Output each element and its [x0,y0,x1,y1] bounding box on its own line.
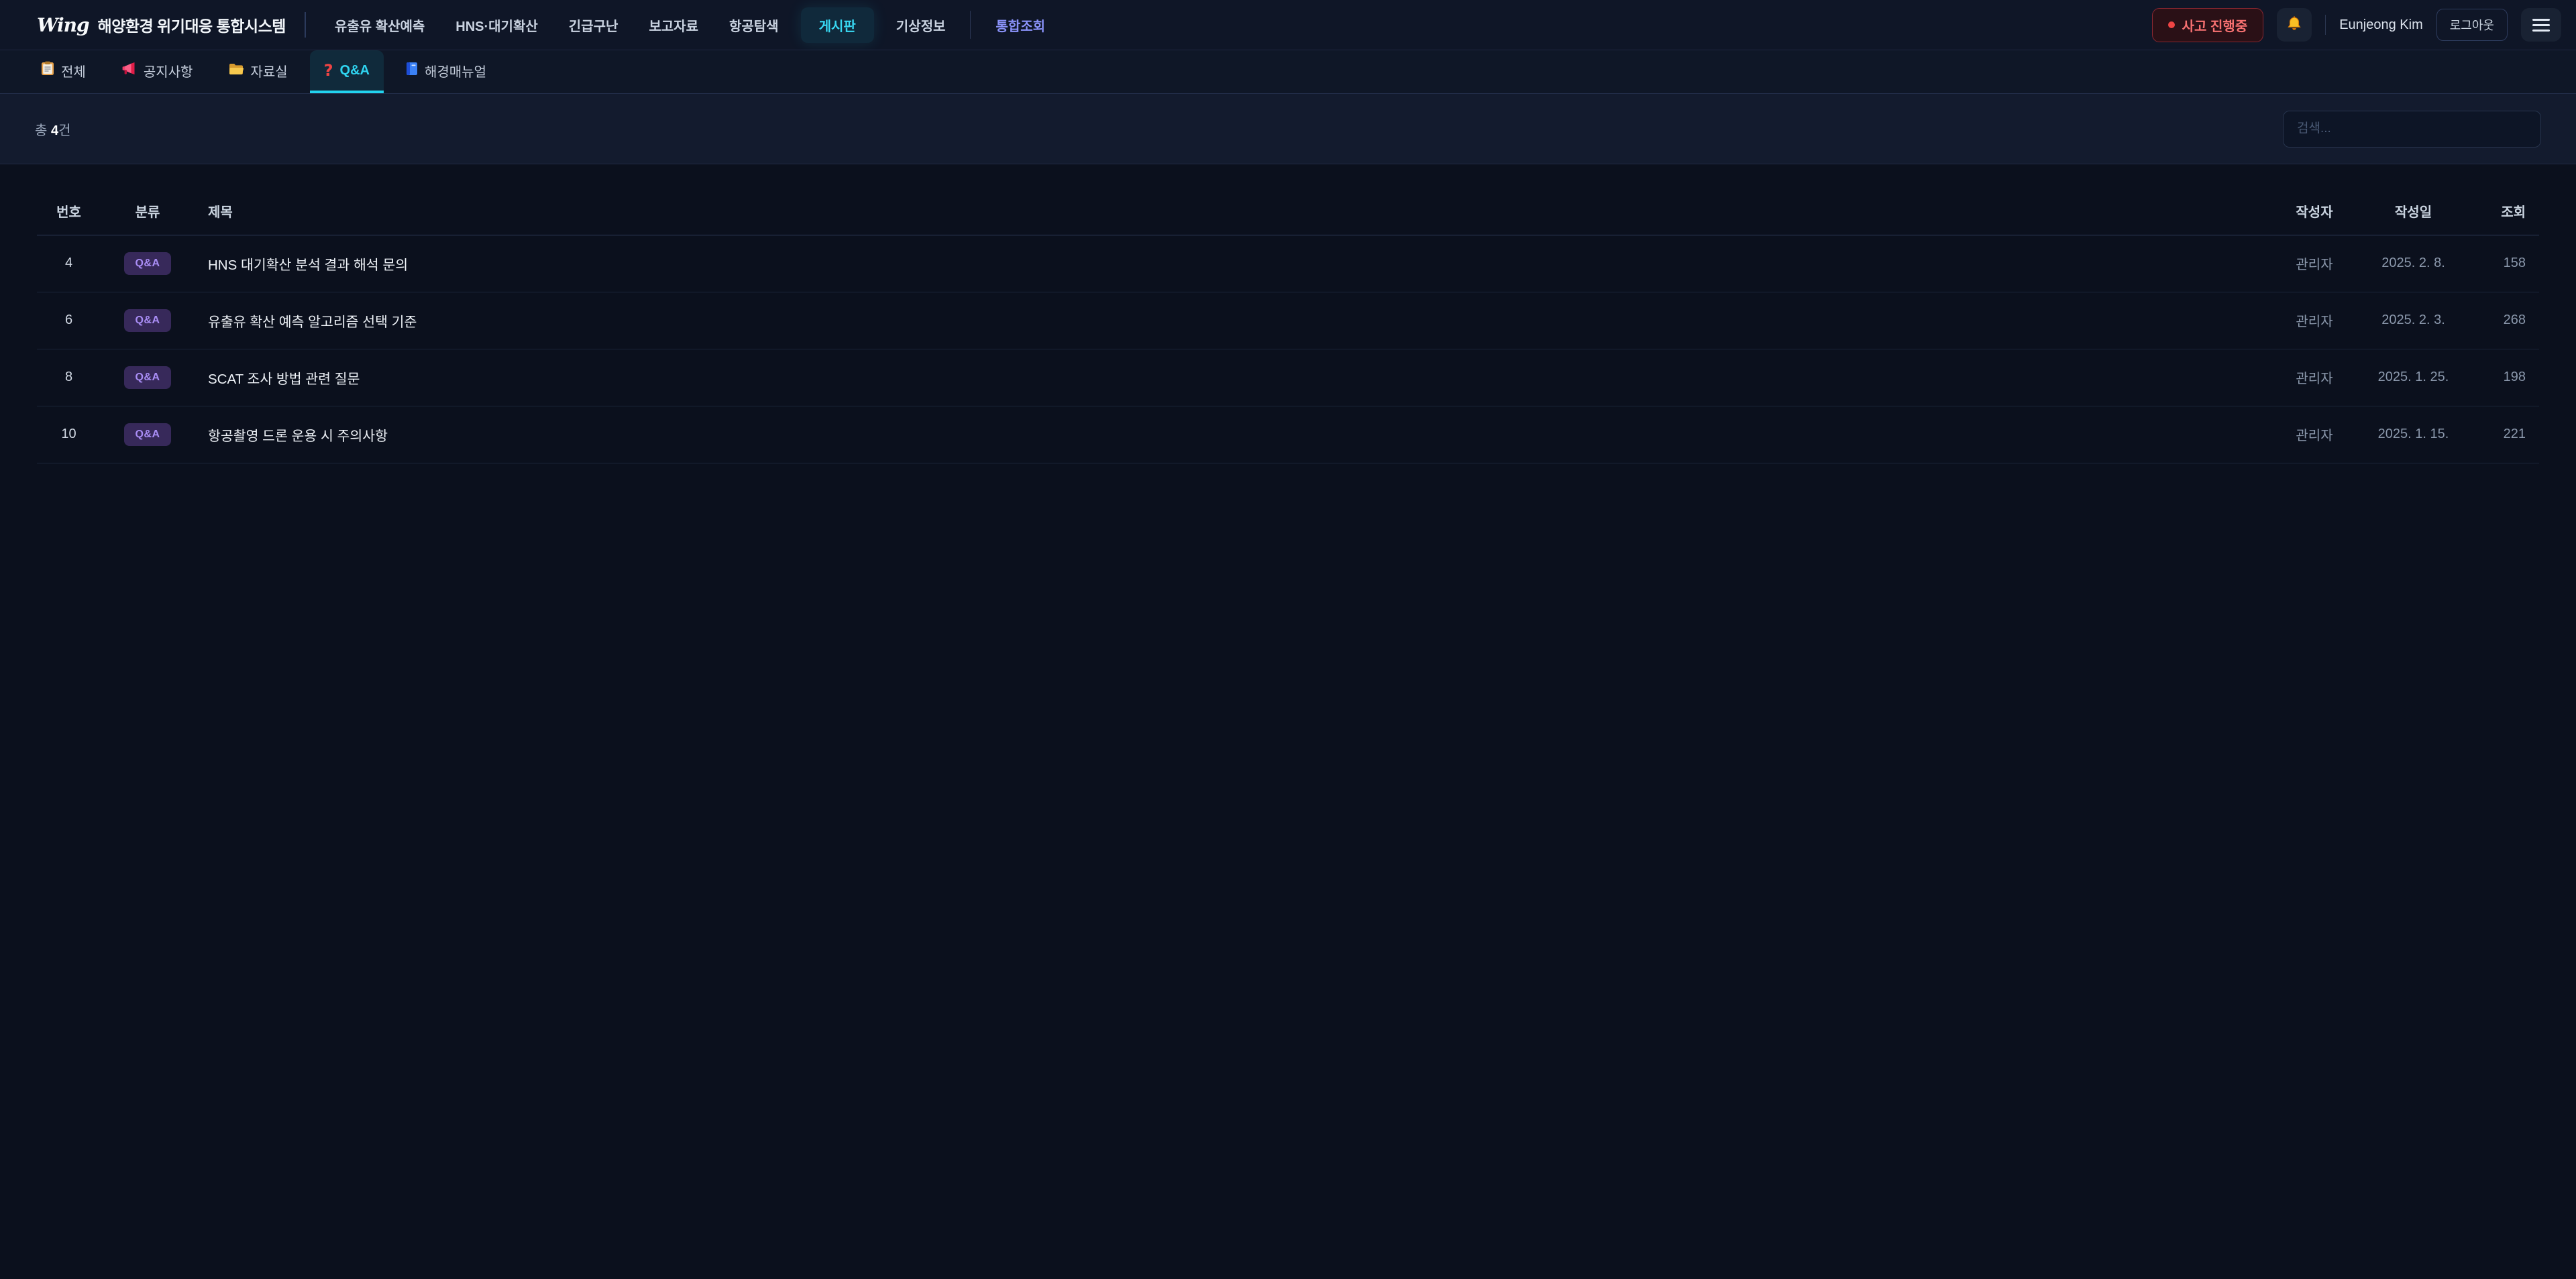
table-header-row: 번호 분류 제목 작성자 작성일 조회 [37,188,2539,235]
board-tab-bar: 전체 공지사항 자료실 ? Q&A [0,50,2576,94]
tab-archive-label: 자료실 [250,61,287,80]
tab-qna-label: Q&A [340,63,370,78]
nav-item-hns-dispersion[interactable]: HNS·대기확산 [447,7,547,43]
post-views: 268 [2469,292,2539,349]
post-number: 4 [37,235,101,292]
logout-button[interactable]: 로그아웃 [2436,9,2508,41]
tab-qna-active[interactable]: ? Q&A [310,50,384,93]
app-title: 해양환경 위기대응 통합시스템 [98,13,286,36]
nav-item-reports[interactable]: 보고자료 [640,7,707,43]
folder-icon [229,62,244,79]
tab-coastguard-manual-label: 해경매뉴얼 [425,61,486,80]
nav-divider [970,11,971,39]
book-icon [406,62,418,80]
post-author: 관리자 [2271,235,2358,292]
column-header-title: 제목 [195,188,2271,235]
post-number: 10 [37,406,101,463]
table-row[interactable]: 4 Q&A HNS 대기확산 분석 결과 해석 문의 관리자 2025. 2. … [37,235,2539,292]
logged-in-username: Eunjeong Kim [2339,17,2423,33]
post-views: 158 [2469,235,2539,292]
brand: Wing 해양환경 위기대응 통합시스템 [37,13,286,36]
red-dot-icon [2168,21,2175,28]
tab-all[interactable]: 전체 [27,50,100,93]
board-content: 번호 분류 제목 작성자 작성일 조회 4 Q&A HNS 대기확산 분석 결과… [0,164,2576,1279]
nav-item-aerial-search[interactable]: 항공탐색 [720,7,788,43]
post-title-link[interactable]: 항공촬영 드론 운용 시 주의사항 [195,406,2271,463]
post-author: 관리자 [2271,349,2358,406]
post-author: 관리자 [2271,406,2358,463]
board-toolbar: 총 4건 [0,94,2576,164]
topnav-right-controls: 사고 진행중 Eunjeong Kim 로그아웃 [2152,8,2561,42]
post-title-link[interactable]: 유출유 확산 예측 알고리즘 선택 기준 [195,292,2271,349]
main-navigation: 유출유 확산예측 HNS·대기확산 긴급구난 보고자료 항공탐색 게시판 기상정… [326,7,1054,43]
clipboard-icon [41,61,54,80]
column-header-category: 분류 [101,188,195,235]
total-count-number: 4 [51,123,58,138]
category-badge: Q&A [124,252,170,275]
incident-status-badge[interactable]: 사고 진행중 [2152,8,2264,42]
post-date: 2025. 1. 25. [2358,349,2469,406]
hamburger-menu-icon [2532,19,2550,32]
category-badge: Q&A [124,423,170,446]
post-date: 2025. 2. 8. [2358,235,2469,292]
table-row[interactable]: 8 Q&A SCAT 조사 방법 관련 질문 관리자 2025. 1. 25. … [37,349,2539,406]
column-header-number: 번호 [37,188,101,235]
table-row[interactable]: 6 Q&A 유출유 확산 예측 알고리즘 선택 기준 관리자 2025. 2. … [37,292,2539,349]
notification-button[interactable] [2277,8,2312,42]
nav-item-integrated-search[interactable]: 통합조회 [987,7,1054,43]
column-header-views: 조회 [2469,188,2539,235]
post-table: 번호 분류 제목 작성자 작성일 조회 4 Q&A HNS 대기확산 분석 결과… [37,188,2539,463]
column-header-date: 작성일 [2358,188,2469,235]
tab-archive[interactable]: 자료실 [215,50,301,93]
tab-notice-label: 공지사항 [144,61,193,80]
post-number: 6 [37,292,101,349]
post-views: 221 [2469,406,2539,463]
post-date: 2025. 2. 3. [2358,292,2469,349]
bell-icon [2286,15,2303,35]
total-post-count: 총 4건 [35,119,71,139]
post-number: 8 [37,349,101,406]
user-divider [2325,15,2326,35]
post-author: 관리자 [2271,292,2358,349]
tab-coastguard-manual[interactable]: 해경매뉴얼 [392,50,500,93]
megaphone-icon [122,62,137,79]
post-title-link[interactable]: SCAT 조사 방법 관련 질문 [195,349,2271,406]
nav-item-oil-spill-prediction[interactable]: 유출유 확산예측 [326,7,433,43]
table-row[interactable]: 10 Q&A 항공촬영 드론 운용 시 주의사항 관리자 2025. 1. 15… [37,406,2539,463]
top-navigation-bar: Wing 해양환경 위기대응 통합시스템 유출유 확산예측 HNS·대기확산 긴… [0,0,2576,50]
tab-notice[interactable]: 공지사항 [108,50,207,93]
category-badge: Q&A [124,309,170,332]
search-input[interactable] [2283,111,2541,148]
tab-all-label: 전체 [61,61,86,80]
post-date: 2025. 1. 15. [2358,406,2469,463]
wing-logo: Wing [37,14,89,36]
brand-divider [305,12,306,38]
nav-item-emergency-rescue[interactable]: 긴급구난 [560,7,627,43]
category-badge: Q&A [124,366,170,389]
nav-item-weather-info[interactable]: 기상정보 [888,7,955,43]
column-header-author: 작성자 [2271,188,2358,235]
menu-button[interactable] [2521,8,2561,42]
nav-item-board-active[interactable]: 게시판 [801,7,874,43]
post-views: 198 [2469,349,2539,406]
incident-status-label: 사고 진행중 [2182,15,2248,35]
question-icon: ? [324,61,333,80]
post-title-link[interactable]: HNS 대기확산 분석 결과 해석 문의 [195,235,2271,292]
